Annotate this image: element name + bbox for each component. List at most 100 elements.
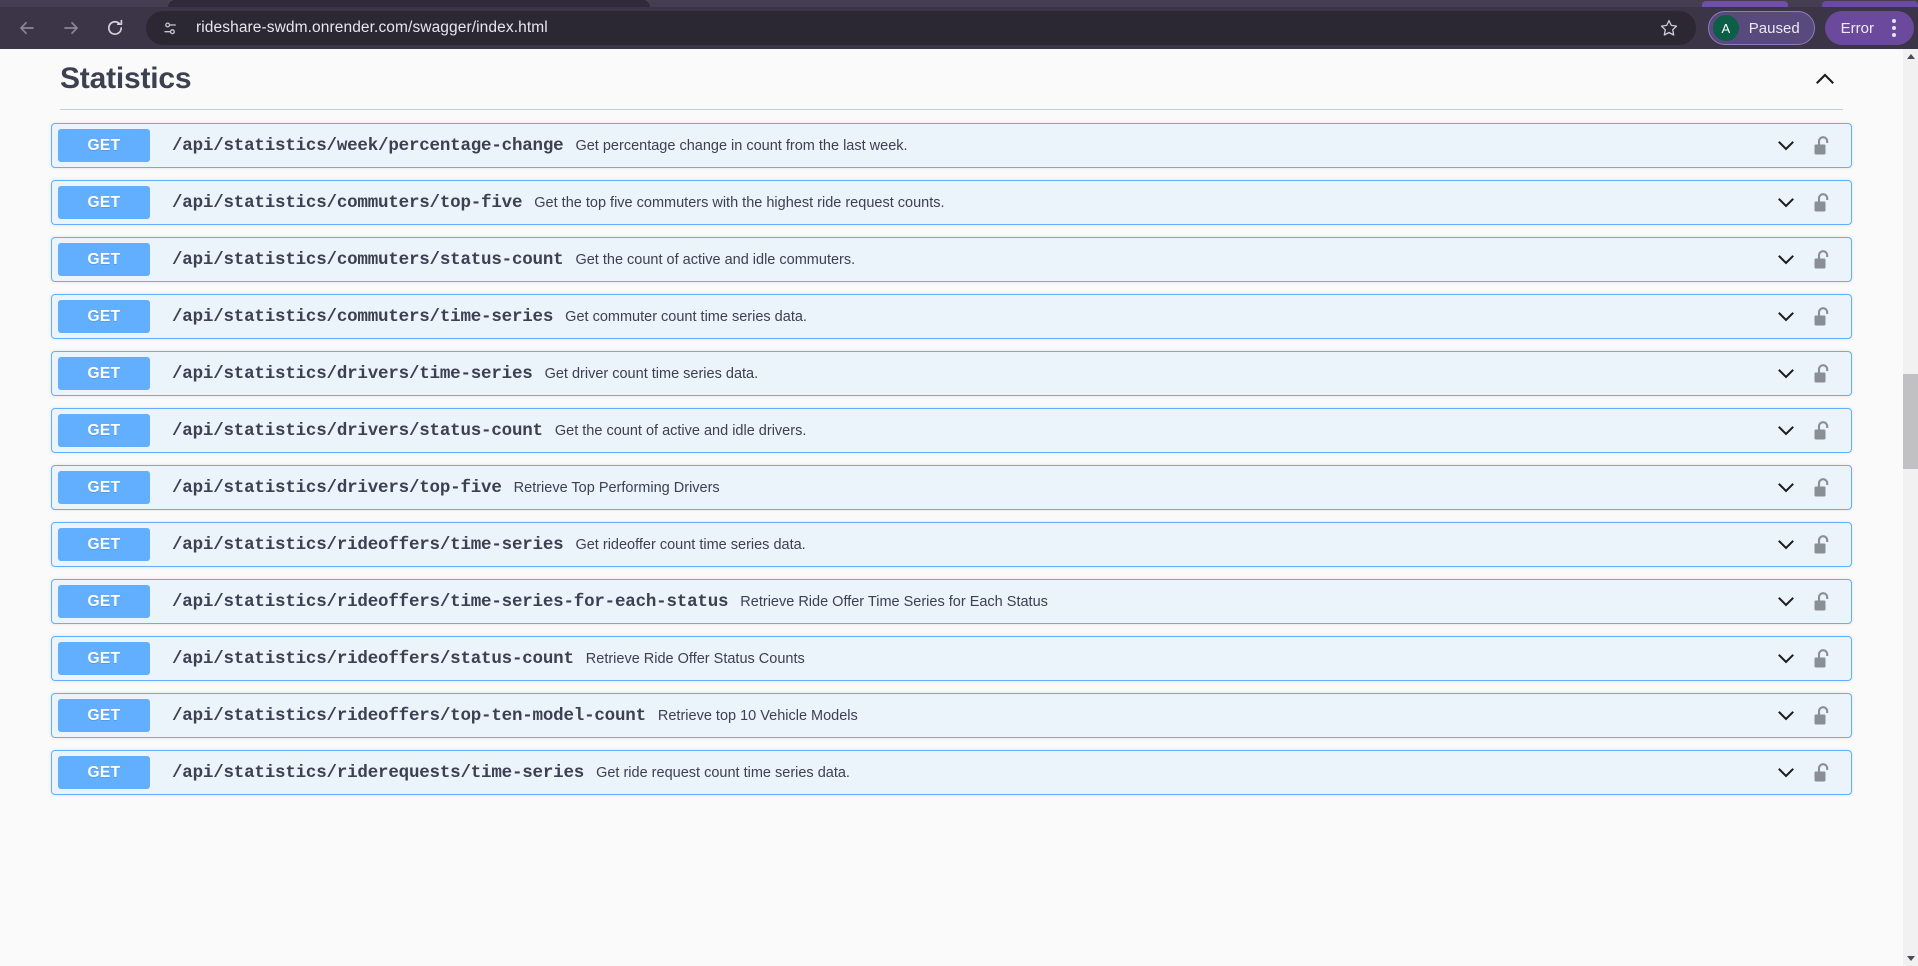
site-settings-button[interactable] bbox=[156, 14, 184, 42]
section-collapse-button[interactable] bbox=[1808, 62, 1842, 96]
unlocked-padlock-icon bbox=[1814, 477, 1829, 496]
operation-row[interactable]: GET/api/statistics/drivers/status-count G… bbox=[51, 408, 1852, 453]
operation-auth-button[interactable] bbox=[1811, 420, 1833, 442]
operation-row[interactable]: GET/api/statistics/rideoffers/time-serie… bbox=[51, 522, 1852, 567]
operation-expand-button[interactable] bbox=[1774, 476, 1798, 500]
scroll-up-button[interactable] bbox=[1903, 49, 1918, 64]
kebab-dot bbox=[1892, 26, 1896, 30]
unlocked-padlock-icon bbox=[1814, 306, 1829, 325]
operation-auth-button[interactable] bbox=[1811, 477, 1833, 499]
operation-description: Retrieve Ride Offer Status Counts bbox=[585, 650, 805, 667]
operation-path: /api/statistics/riderequests/time-series bbox=[172, 762, 585, 783]
operation-expand-button[interactable] bbox=[1774, 533, 1798, 557]
operation-list: GET/api/statistics/week/percentage-chang… bbox=[33, 110, 1870, 795]
operation-auth-button[interactable] bbox=[1811, 648, 1833, 670]
operation-description: Retrieve Top Performing Drivers bbox=[513, 479, 720, 496]
operation-auth-button[interactable] bbox=[1811, 192, 1833, 214]
chevron-up-icon bbox=[1816, 73, 1834, 84]
operation-auth-button[interactable] bbox=[1811, 705, 1833, 727]
unlocked-padlock-icon bbox=[1814, 249, 1829, 268]
operation-expand-button[interactable] bbox=[1774, 704, 1798, 728]
kebab-dot bbox=[1892, 19, 1896, 23]
unlocked-padlock-icon bbox=[1814, 135, 1829, 154]
operation-path: /api/statistics/week/percentage-change bbox=[172, 135, 564, 156]
operation-row[interactable]: GET/api/statistics/drivers/top-five Retri… bbox=[51, 465, 1852, 510]
operation-description: Get the count of active and idle drivers… bbox=[554, 422, 807, 439]
operation-auth-button[interactable] bbox=[1811, 534, 1833, 556]
http-method-badge: GET bbox=[58, 300, 150, 333]
operation-expand-button[interactable] bbox=[1774, 305, 1798, 329]
back-button[interactable] bbox=[10, 11, 44, 45]
operation-auth-button[interactable] bbox=[1811, 249, 1833, 271]
error-label: Error bbox=[1840, 19, 1874, 37]
error-chip[interactable]: Error bbox=[1824, 11, 1914, 45]
http-method-badge: GET bbox=[58, 642, 150, 675]
forward-button[interactable] bbox=[54, 11, 88, 45]
operation-auth-button[interactable] bbox=[1811, 591, 1833, 613]
operation-expand-button[interactable] bbox=[1774, 362, 1798, 386]
unlocked-padlock-icon bbox=[1814, 762, 1829, 781]
operation-row[interactable]: GET/api/statistics/rideoffers/status-cou… bbox=[51, 636, 1852, 681]
operation-row[interactable]: GET/api/statistics/commuters/time-series… bbox=[51, 294, 1852, 339]
chevron-down-icon bbox=[1778, 596, 1794, 606]
operation-expand-button[interactable] bbox=[1774, 134, 1798, 158]
kebab-dot bbox=[1892, 33, 1896, 37]
operation-path: /api/statistics/drivers/status-count bbox=[172, 420, 543, 441]
operation-path: /api/statistics/rideoffers/status-count bbox=[172, 648, 574, 669]
operation-path: /api/statistics/commuters/status-count bbox=[172, 249, 564, 270]
operation-auth-button[interactable] bbox=[1811, 762, 1833, 784]
kebab-menu-icon[interactable] bbox=[1880, 14, 1908, 42]
unlocked-padlock-icon bbox=[1814, 591, 1829, 610]
operation-auth-button[interactable] bbox=[1811, 306, 1833, 328]
http-method-badge: GET bbox=[58, 243, 150, 276]
chevron-down-icon bbox=[1778, 254, 1794, 264]
operation-expand-button[interactable] bbox=[1774, 419, 1798, 443]
chevron-down-icon bbox=[1778, 197, 1794, 207]
http-method-badge: GET bbox=[58, 414, 150, 447]
operation-expand-button[interactable] bbox=[1774, 761, 1798, 785]
operation-auth-button[interactable] bbox=[1811, 363, 1833, 385]
reload-button[interactable] bbox=[98, 11, 132, 45]
http-method-badge: GET bbox=[58, 471, 150, 504]
operation-path: /api/statistics/drivers/top-five bbox=[172, 477, 502, 498]
chevron-down-icon bbox=[1778, 140, 1794, 150]
operation-row[interactable]: GET/api/statistics/commuters/top-five Get… bbox=[51, 180, 1852, 225]
scrollbar-thumb[interactable] bbox=[1903, 374, 1918, 469]
page-title: Statistics bbox=[60, 62, 192, 95]
operation-expand-button[interactable] bbox=[1774, 590, 1798, 614]
operation-description: Get commuter count time series data. bbox=[565, 308, 807, 325]
operation-row[interactable]: GET/api/statistics/week/percentage-chang… bbox=[51, 123, 1852, 168]
page-scrollbar[interactable] bbox=[1903, 49, 1918, 966]
scroll-down-button[interactable] bbox=[1903, 951, 1918, 966]
http-method-badge: GET bbox=[58, 756, 150, 789]
reload-icon bbox=[107, 19, 123, 35]
url-text[interactable]: rideshare-swdm.onrender.com/swagger/inde… bbox=[196, 19, 1652, 37]
operation-description: Get ride request count time series data. bbox=[596, 764, 850, 781]
operation-row[interactable]: GET/api/statistics/commuters/status-coun… bbox=[51, 237, 1852, 282]
scroll-up-arrow-icon bbox=[1906, 54, 1915, 59]
section-header-statistics[interactable]: Statistics bbox=[33, 49, 1870, 109]
operation-path: /api/statistics/commuters/time-series bbox=[172, 306, 554, 327]
operation-expand-button[interactable] bbox=[1774, 248, 1798, 272]
operation-auth-button[interactable] bbox=[1811, 135, 1833, 157]
chevron-down-icon bbox=[1778, 482, 1794, 492]
back-arrow-icon bbox=[20, 21, 34, 35]
operation-row[interactable]: GET/api/statistics/rideoffers/top-ten-mo… bbox=[51, 693, 1852, 738]
navigation-bar: rideshare-swdm.onrender.com/swagger/inde… bbox=[0, 7, 1918, 49]
profile-chip[interactable]: A Paused bbox=[1707, 11, 1815, 45]
forward-arrow-icon bbox=[64, 21, 78, 35]
operation-row[interactable]: GET/api/statistics/riderequests/time-ser… bbox=[51, 750, 1852, 795]
operation-description: Retrieve top 10 Vehicle Models bbox=[657, 707, 858, 724]
bookmark-button[interactable] bbox=[1652, 11, 1686, 45]
page-viewport: Statistics GET/api/statistics/week/perce… bbox=[0, 49, 1918, 966]
active-tab[interactable] bbox=[168, 0, 650, 7]
unlocked-padlock-icon bbox=[1814, 420, 1829, 439]
operation-row[interactable]: GET/api/statistics/drivers/time-series Ge… bbox=[51, 351, 1852, 396]
unlocked-padlock-icon bbox=[1814, 648, 1829, 667]
omnibox[interactable]: rideshare-swdm.onrender.com/swagger/inde… bbox=[146, 11, 1696, 45]
operation-expand-button[interactable] bbox=[1774, 191, 1798, 215]
tab-strip bbox=[0, 0, 1918, 7]
operation-row[interactable]: GET/api/statistics/rideoffers/time-serie… bbox=[51, 579, 1852, 624]
chevron-down-icon bbox=[1778, 710, 1794, 720]
operation-expand-button[interactable] bbox=[1774, 647, 1798, 671]
